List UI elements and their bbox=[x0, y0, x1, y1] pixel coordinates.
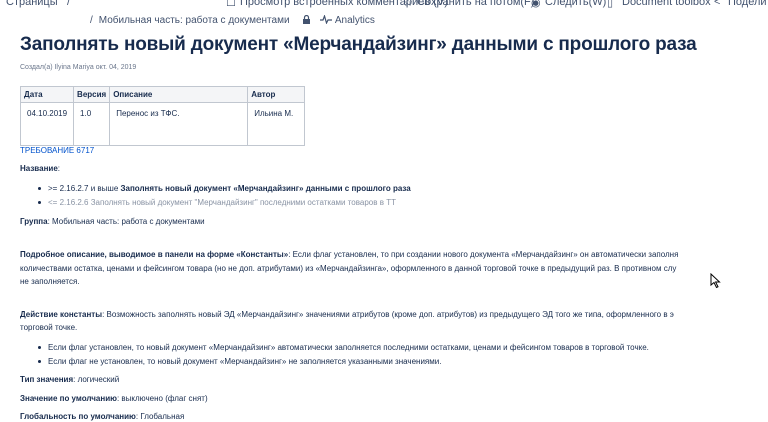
detail-line-1: Подробное описание, выводимое в панели н… bbox=[20, 250, 679, 259]
save-later-icon: ☆ bbox=[403, 0, 413, 9]
list-item: Если флаг установлен, то новый документ … bbox=[20, 342, 649, 356]
list-item: Если флаг не установлен, то новый докуме… bbox=[20, 356, 649, 370]
pages-link[interactable]: Страницы bbox=[6, 0, 58, 8]
breadcrumb-separator: / bbox=[90, 15, 93, 26]
list-item: <= 2.16.2.6 Заполнять новый документ "Ме… bbox=[20, 197, 411, 211]
analytics-icon bbox=[320, 15, 333, 24]
global-default-line: Глобальность по умолчанию: Глобальная bbox=[20, 412, 185, 421]
page-toolbar: Страницы / ☐ Просмотр встроенных коммент… bbox=[0, 0, 768, 10]
column-header: Описание bbox=[109, 86, 249, 103]
value-type-line: Тип значения: логический bbox=[20, 375, 120, 384]
table-header-row: Дата Версия Описание Автор bbox=[19, 86, 306, 103]
name-list: >= 2.16.2.7 и выше Заполнять новый докум… bbox=[20, 183, 411, 211]
watch-button[interactable]: Следить(W) bbox=[545, 0, 606, 8]
action-line-1: Действие константы: Возможность заполнят… bbox=[20, 310, 674, 319]
column-header: Версия bbox=[73, 86, 111, 103]
group-line: Группа: Мобильная часть: работа с докуме… bbox=[20, 217, 205, 226]
history-table: Дата Версия Описание Автор 04.10.2019 1.… bbox=[19, 86, 306, 146]
column-header: Дата bbox=[19, 86, 75, 103]
detail-line-3: не заполняется. bbox=[20, 277, 80, 286]
table-row: 04.10.2019 1.0 Перенос из ТФС. Ильина М. bbox=[19, 102, 306, 146]
action-list: Если флаг установлен, то новый документ … bbox=[20, 342, 649, 370]
page-byline: Создал(а) Ilyina Mariya окт. 04, 2019 bbox=[20, 64, 137, 71]
page-title: Заполнять новый документ «Мерчандайзинг»… bbox=[20, 34, 697, 55]
table-cell-description: Перенос из ТФС. bbox=[109, 102, 249, 146]
name-heading: Название: bbox=[20, 164, 60, 173]
save-later-button[interactable]: Сохранить на потом(F) bbox=[417, 0, 534, 8]
share-button[interactable]: Поделить bbox=[728, 0, 768, 8]
breadcrumb: / Мобильная часть: работа с документами A… bbox=[90, 15, 375, 26]
table-cell-author: Ильина М. bbox=[247, 102, 306, 146]
table-cell-date: 04.10.2019 bbox=[19, 102, 75, 146]
mouse-cursor-icon bbox=[710, 273, 721, 289]
table-cell-version: 1.0 bbox=[73, 102, 111, 146]
lock-icon[interactable] bbox=[302, 15, 311, 24]
inline-comments-icon: ☐ bbox=[226, 0, 236, 9]
toolbar-separator: / bbox=[67, 0, 71, 8]
watch-icon: ◉ bbox=[531, 0, 541, 9]
list-item: >= 2.16.2.7 и выше Заполнять новый докум… bbox=[20, 183, 411, 197]
column-header: Автор bbox=[247, 86, 306, 103]
analytics-link[interactable]: Analytics bbox=[335, 15, 375, 26]
document-toolbox-icon: ▯ bbox=[607, 0, 614, 9]
breadcrumb-parent-link[interactable]: Мобильная часть: работа с документами bbox=[99, 15, 290, 26]
share-icon: < bbox=[714, 0, 721, 8]
document-toolbox-button[interactable]: Document toolbox bbox=[622, 0, 711, 8]
default-value-line: Значение по умолчанию: выключено (флаг с… bbox=[20, 394, 208, 403]
detail-line-2: количествами остатка, ценами и фейсингом… bbox=[20, 264, 677, 273]
requirement-link[interactable]: ТРЕБОВАНИЕ 6717 bbox=[20, 145, 94, 156]
action-line-2: торговой точке. bbox=[20, 323, 78, 332]
